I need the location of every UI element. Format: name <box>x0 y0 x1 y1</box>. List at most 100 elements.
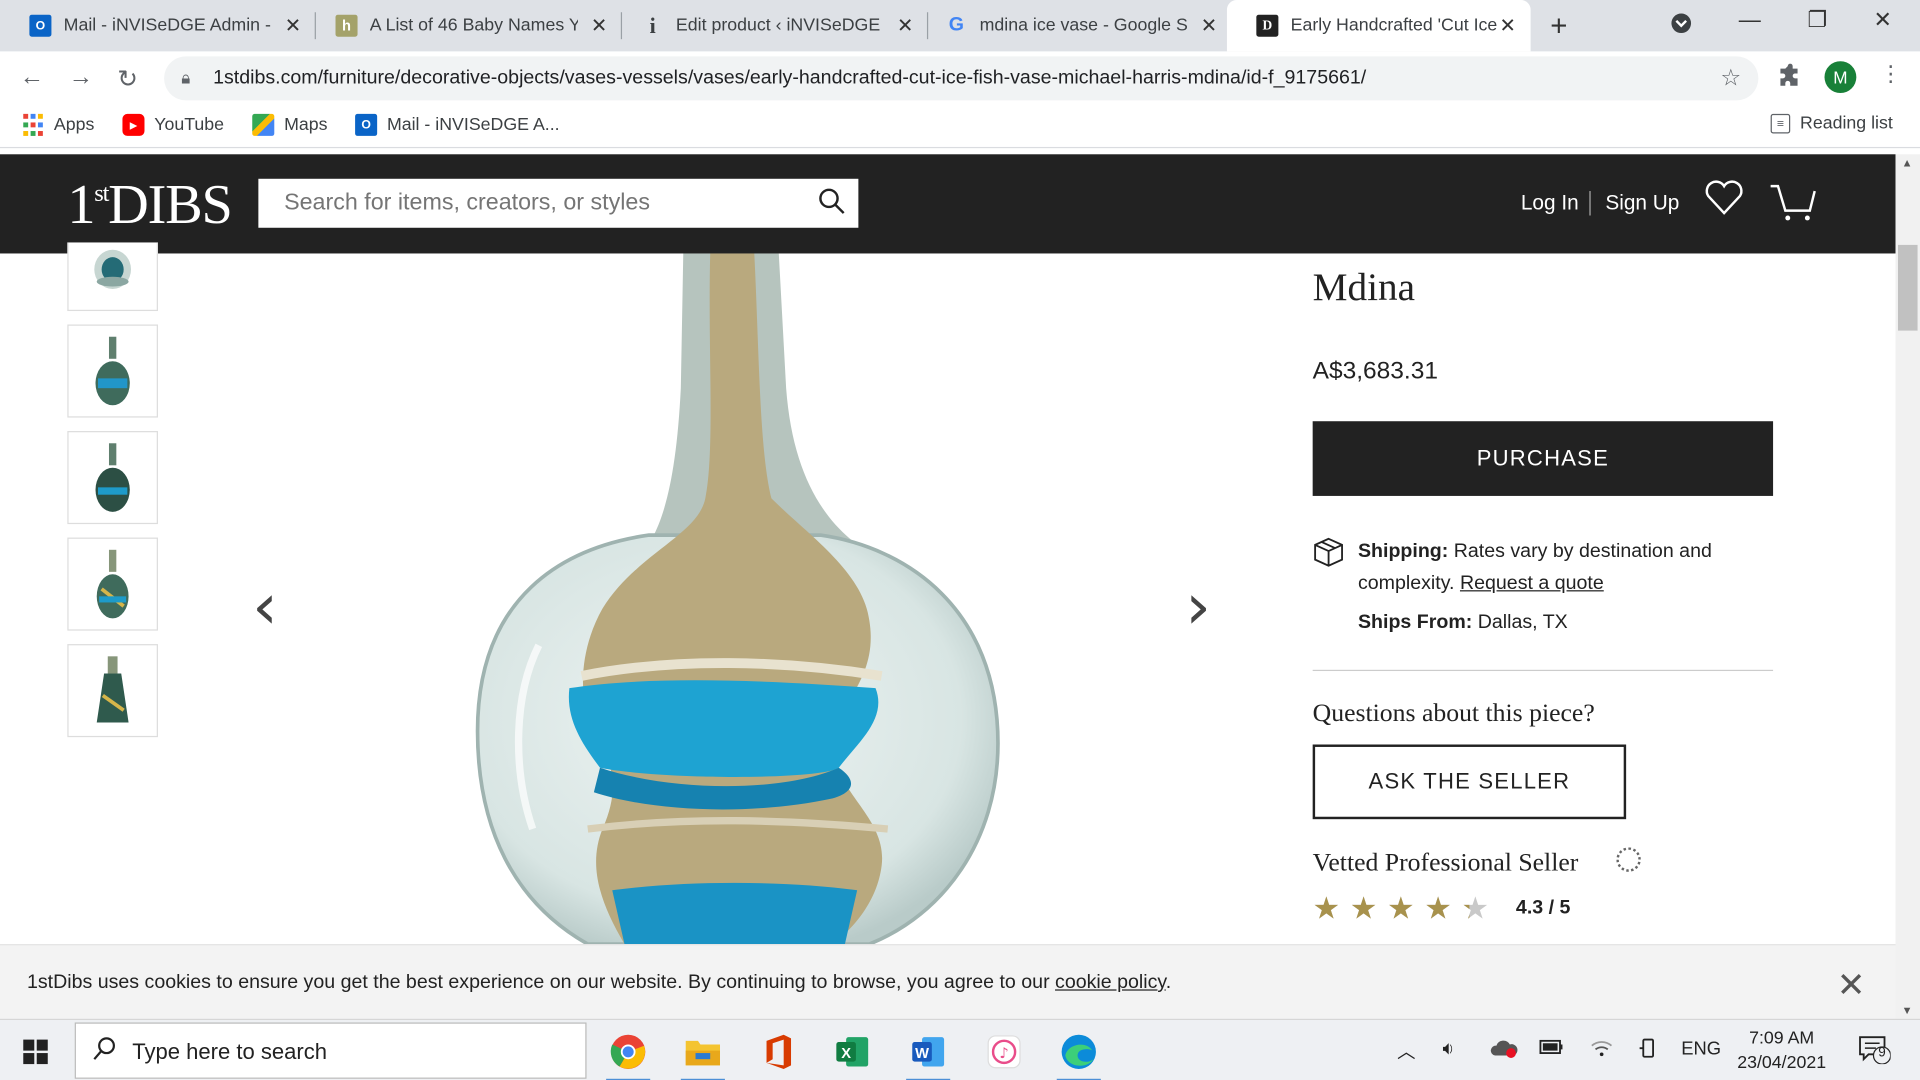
search-icon[interactable] <box>817 186 846 223</box>
purchase-button[interactable]: PURCHASE <box>1312 421 1774 496</box>
site-search <box>258 178 859 228</box>
word-taskbar-icon[interactable]: W <box>904 1027 953 1080</box>
tab-baby-names[interactable]: h A List of 46 Baby Names Y ✕ <box>306 0 623 51</box>
close-icon[interactable]: ✕ <box>1500 13 1516 37</box>
rating-star-fill: ★ <box>1462 891 1470 925</box>
back-icon[interactable]: ← <box>20 64 44 92</box>
restore-icon[interactable]: ❐ <box>1807 7 1827 33</box>
edge-taskbar-icon[interactable] <box>1054 1027 1103 1080</box>
minimize-icon[interactable]: — <box>1739 7 1761 33</box>
svg-text:X: X <box>841 1046 851 1062</box>
bookmark-apps[interactable]: Apps <box>22 114 94 136</box>
chrome-taskbar-icon[interactable] <box>604 1027 653 1080</box>
page-scrollbar[interactable]: ▲ ▼ <box>1895 154 1920 1019</box>
shipping-label: Shipping: <box>1357 541 1449 563</box>
outlook-icon: O <box>29 14 52 37</box>
bookmark-youtube[interactable]: ▶ YouTube <box>122 113 225 136</box>
bookmark-maps[interactable]: Maps <box>252 113 328 136</box>
site-logo[interactable]: 1stDIBS <box>67 171 233 236</box>
product-thumbnail[interactable] <box>67 431 158 525</box>
search-icon <box>93 1036 117 1068</box>
vetted-seller-label: Vetted Professional Seller <box>1312 847 1579 877</box>
reload-icon[interactable]: ↻ <box>118 64 139 95</box>
close-icon[interactable]: ✕ <box>591 13 607 37</box>
taskbar-clock[interactable]: 7:09 AM 23/04/2021 <box>1729 1026 1834 1075</box>
vetted-badge-icon[interactable] <box>1616 847 1641 872</box>
close-icon[interactable]: ✕ <box>285 13 301 37</box>
login-link[interactable]: Log In <box>1521 191 1579 215</box>
tab-1stdibs-active[interactable]: D Early Handcrafted 'Cut Ice ✕ <box>1226 0 1531 52</box>
windows-start-icon[interactable] <box>23 1039 48 1065</box>
tab-edit-product[interactable]: i Edit product ‹ iNVISeDGE ✕ <box>612 0 929 51</box>
onedrive-icon[interactable] <box>1489 1038 1518 1062</box>
tab-title: Edit product ‹ iNVISeDGE <box>675 15 881 36</box>
tray-chevron-up-icon[interactable]: ︿ <box>1397 1038 1415 1064</box>
next-image-arrow-icon[interactable]: › <box>1185 571 1210 644</box>
favorites-heart-icon[interactable] <box>1705 179 1744 226</box>
ask-seller-button[interactable]: ASK THE SELLER <box>1312 744 1627 820</box>
bookmark-star-icon[interactable]: ☆ <box>1720 65 1741 93</box>
h-icon: h <box>335 14 358 37</box>
prev-image-arrow-icon[interactable]: ‹ <box>252 571 277 644</box>
ships-from-value: Dallas, TX <box>1477 612 1568 634</box>
reading-list[interactable]: ≡ Reading list <box>1770 113 1893 134</box>
tab-google-search[interactable]: G mdina ice vase - Google S ✕ <box>916 0 1232 51</box>
tab-search-icon[interactable] <box>1670 12 1692 40</box>
tab-title: mdina ice vase - Google S <box>979 15 1188 36</box>
product-thumbnail[interactable] <box>67 324 158 418</box>
battery-icon[interactable] <box>1539 1038 1563 1059</box>
signup-link[interactable]: Sign Up <box>1605 191 1679 215</box>
address-bar[interactable]: 🔒︎ 1stdibs.com/furniture/decorative-obje… <box>164 56 1759 101</box>
youtube-icon: ▶ <box>122 113 145 136</box>
bookmark-mail[interactable]: O Mail - iNVISeDGE A... <box>355 113 560 136</box>
office-taskbar-icon[interactable] <box>753 1027 802 1076</box>
profile-avatar[interactable]: M <box>1824 61 1857 94</box>
forward-icon[interactable]: → <box>69 64 93 92</box>
bookmark-label: YouTube <box>154 115 225 135</box>
shipping-info: Shipping: Rates vary by destination and … <box>1358 536 1762 600</box>
tab-mail[interactable]: O Mail - iNVISeDGE Admin - ✕ <box>0 0 316 51</box>
product-price: A$3,683.31 <box>1312 357 1438 385</box>
maker-name[interactable]: Mdina <box>1313 264 1415 309</box>
cookie-suffix: . <box>1165 972 1172 994</box>
scrollbar-thumb[interactable] <box>1897 244 1918 331</box>
close-window-icon[interactable]: ✕ <box>1873 7 1891 33</box>
site-search-input[interactable] <box>258 178 798 228</box>
excel-taskbar-icon[interactable]: X <box>828 1027 877 1076</box>
rating-star-icon: ★★ <box>1312 891 1341 926</box>
google-icon: G <box>948 14 964 36</box>
url-text[interactable]: 1stdibs.com/furniture/decorative-objects… <box>213 67 1366 89</box>
cookie-policy-link[interactable]: cookie policy <box>1055 972 1166 993</box>
cookie-close-icon[interactable]: ✕ <box>1837 965 1866 1005</box>
scroll-up-icon[interactable]: ▲ <box>1902 157 1913 169</box>
rating-star-icon: ★★ <box>1424 891 1452 926</box>
product-thumbnail[interactable] <box>67 537 158 631</box>
request-quote-link[interactable]: Request a quote <box>1460 573 1604 594</box>
rating-star-icon: ★★ <box>1387 891 1415 926</box>
volume-icon[interactable]: 🔉︎ <box>1442 1038 1454 1059</box>
rating-star-icon: ★★ <box>1461 891 1490 926</box>
product-thumbnail[interactable] <box>67 242 158 312</box>
close-icon[interactable]: ✕ <box>1201 13 1217 37</box>
new-tab-plus-icon[interactable]: + <box>1550 10 1567 44</box>
tab-title: Mail - iNVISeDGE Admin - <box>63 15 271 36</box>
product-thumbnail[interactable] <box>67 644 158 738</box>
device-icon[interactable] <box>1638 1038 1658 1065</box>
notifications-icon[interactable]: 9 <box>1859 1035 1892 1065</box>
scroll-down-icon[interactable]: ▼ <box>1902 1004 1913 1016</box>
extensions-puzzle-icon[interactable] <box>1778 63 1802 95</box>
close-icon[interactable]: ✕ <box>897 13 913 37</box>
svg-text:♪: ♪ <box>999 1045 1008 1062</box>
chrome-menu-icon[interactable]: ⋮ <box>1880 61 1902 87</box>
itunes-taskbar-icon[interactable]: ♪ <box>980 1027 1029 1076</box>
cart-icon[interactable] <box>1768 181 1817 231</box>
language-indicator[interactable]: ENG <box>1681 1038 1721 1059</box>
wifi-icon[interactable] <box>1589 1038 1613 1062</box>
rating-star-fill: ★ <box>1312 891 1341 926</box>
bookmark-label: Mail - iNVISeDGE A... <box>386 115 560 135</box>
cookie-text: 1stDibs uses cookies to ensure you get t… <box>26 972 1050 994</box>
file-explorer-taskbar-icon[interactable] <box>678 1027 727 1080</box>
taskbar-search[interactable]: Type here to search <box>74 1022 587 1079</box>
maps-icon <box>252 113 275 136</box>
bookmark-label: Apps <box>53 115 95 135</box>
